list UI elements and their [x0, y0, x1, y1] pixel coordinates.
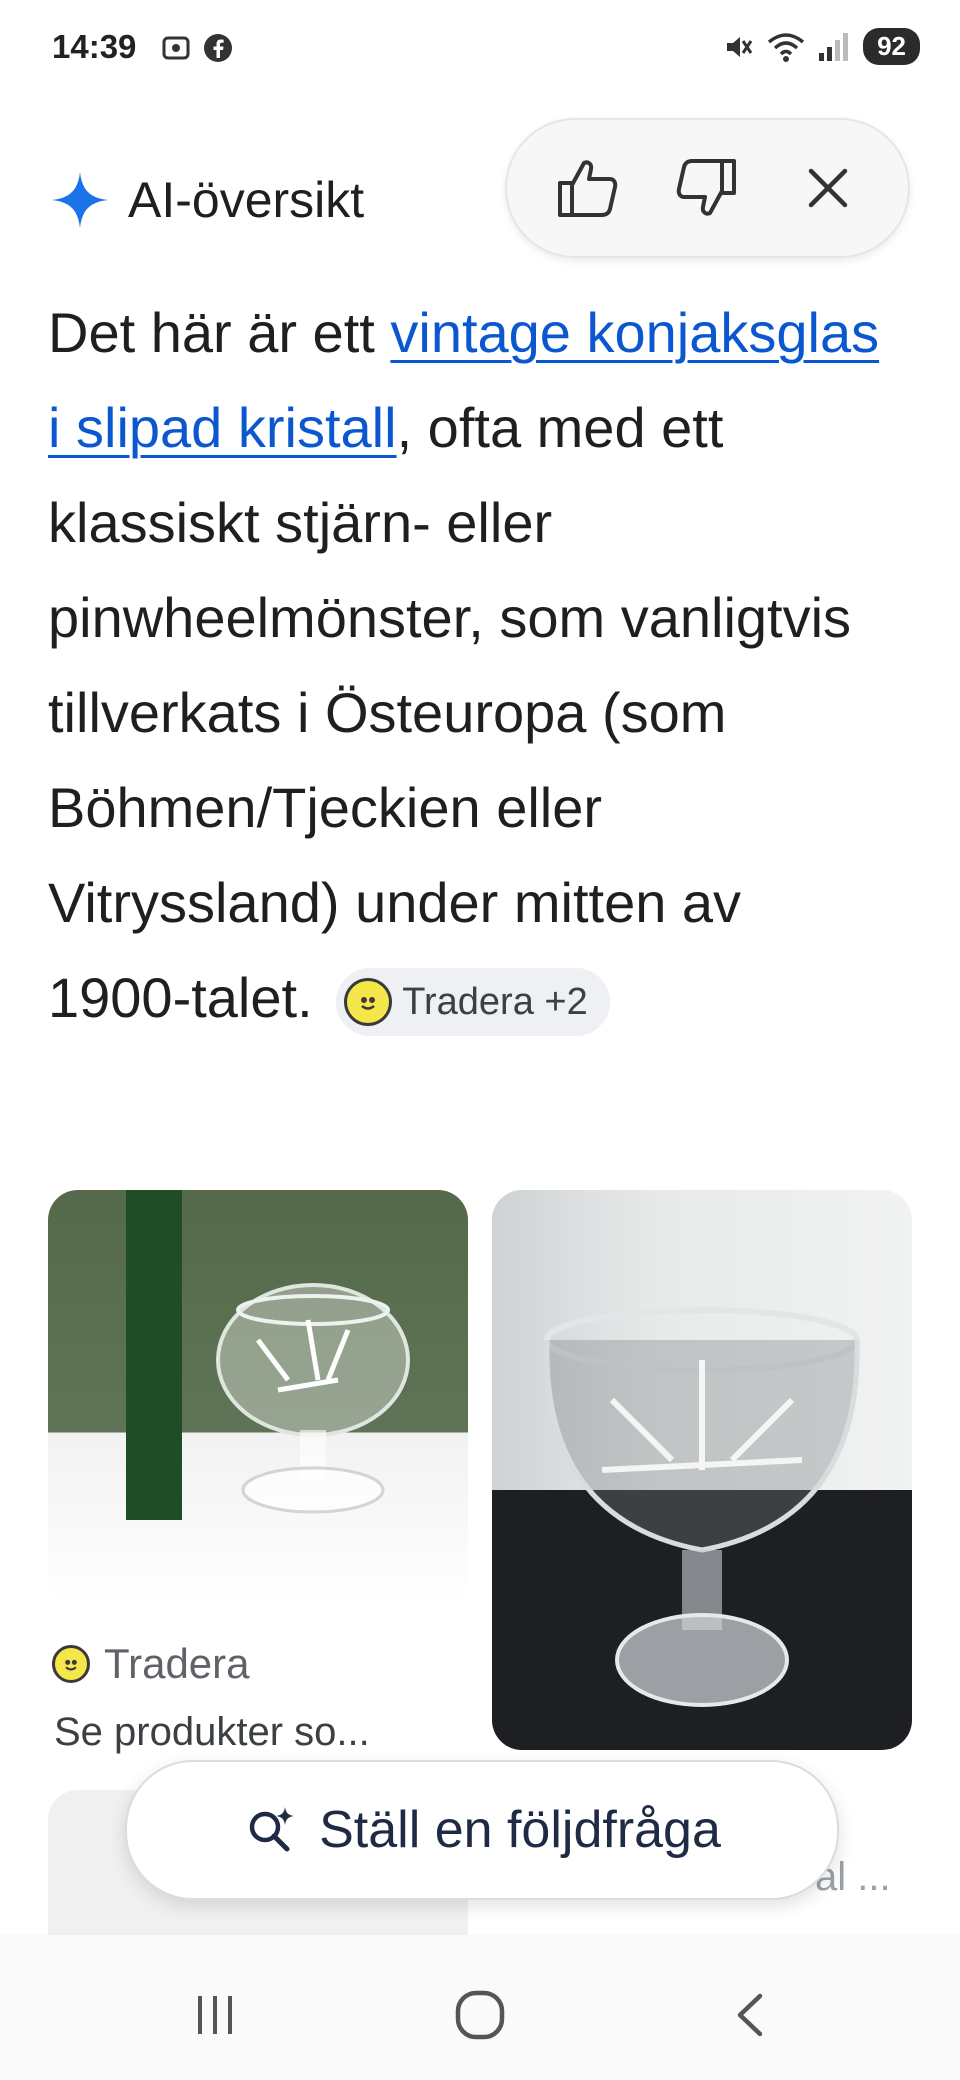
thumbs-up-button[interactable]: [547, 148, 627, 228]
card-source-name: Tradera: [104, 1640, 250, 1687]
followup-button[interactable]: Ställ en följdfråga: [125, 1760, 839, 1900]
recents-button[interactable]: [175, 1975, 255, 2055]
tradera-logo-icon: [52, 1645, 90, 1683]
close-icon: [808, 168, 848, 208]
thumbs-down-button[interactable]: [667, 148, 747, 228]
source-chip-label: Tradera +2: [402, 981, 588, 1024]
back-icon: [737, 1993, 763, 2037]
close-button[interactable]: [788, 148, 868, 228]
signal-icon: [819, 32, 849, 61]
status-bar: 14:39 92: [0, 0, 960, 96]
ai-summary: Det här är ett vintage konjaksglas i sli…: [48, 285, 898, 1045]
status-time: 14:39: [52, 28, 137, 65]
summary-suffix: , ofta med ett klassiskt stjärn- eller p…: [48, 396, 852, 1029]
product-image-2[interactable]: [492, 1190, 912, 1750]
home-button[interactable]: [440, 1975, 520, 2055]
home-icon: [455, 1990, 505, 2040]
thumbs-down-icon: [677, 159, 737, 216]
screenshot-icon: [162, 36, 190, 60]
ai-overview-title: AI-översikt: [128, 172, 365, 228]
wifi-icon: [767, 32, 805, 62]
feedback-toolbar: [505, 118, 910, 258]
mute-icon: [727, 36, 753, 57]
product-image-1[interactable]: [48, 1190, 468, 1608]
glass-illustration-large: [544, 1307, 860, 1707]
source-chip[interactable]: Tradera +2: [336, 968, 610, 1037]
glass-illustration: [216, 1283, 410, 1514]
followup-label: Ställ en följdfråga: [319, 1801, 721, 1859]
back-button[interactable]: [712, 1975, 792, 2055]
sparkle-icon: [52, 172, 108, 228]
battery-level: 92: [877, 31, 906, 61]
thumbs-up-icon: [558, 160, 618, 217]
card-caption[interactable]: Se produkter so...: [54, 1710, 370, 1755]
recents-icon: [198, 1996, 232, 2034]
summary-prefix: Det här är ett: [48, 301, 391, 364]
system-nav-bar: [0, 1935, 960, 2080]
status-right: 92: [721, 28, 920, 65]
search-sparkle-icon: [249, 1807, 295, 1852]
tradera-logo-icon: [344, 978, 393, 1027]
status-left-icons: [160, 32, 234, 64]
card-source[interactable]: Tradera: [52, 1640, 250, 1688]
ai-overview-header: AI-översikt: [50, 170, 364, 230]
battery-indicator: 92: [863, 28, 920, 65]
facebook-icon: [204, 34, 232, 62]
